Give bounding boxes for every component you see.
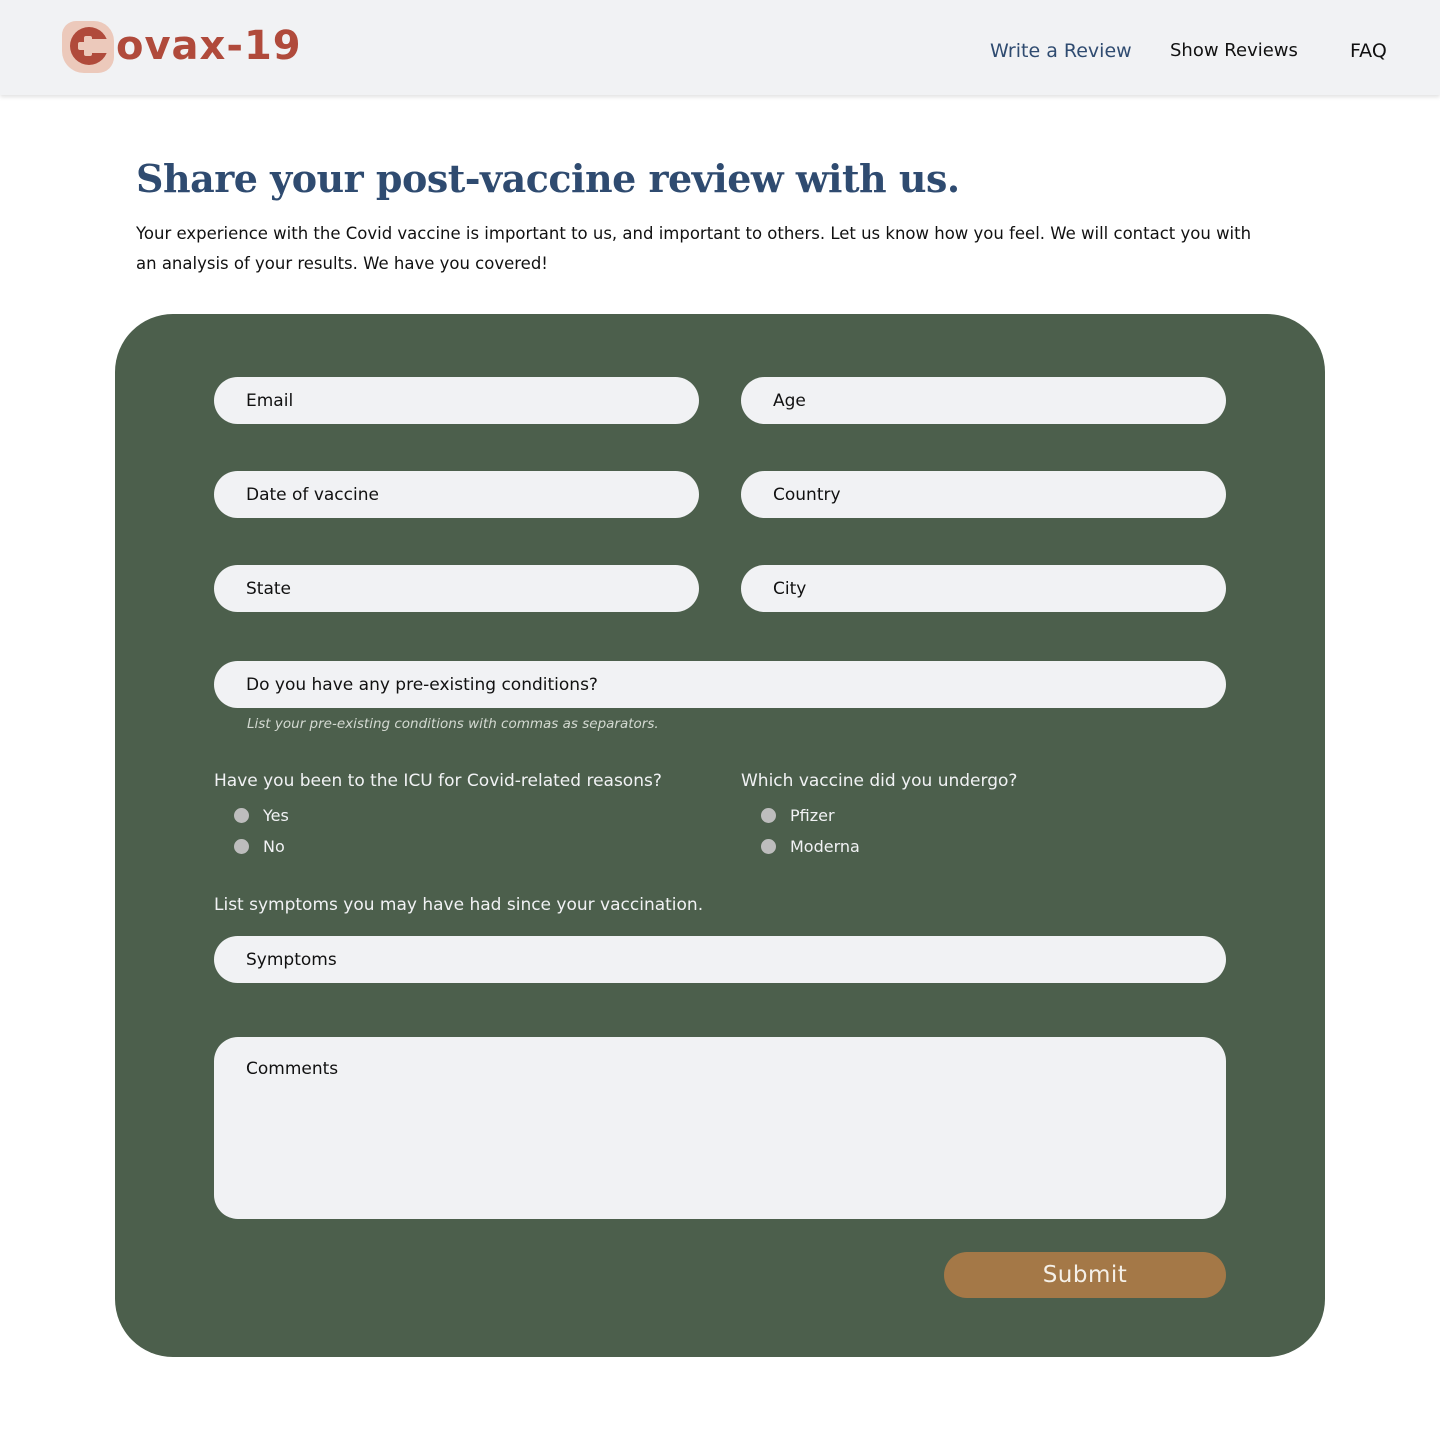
symptoms-field[interactable]: Symptoms xyxy=(214,936,1226,983)
nav-faq[interactable]: FAQ xyxy=(1350,40,1387,62)
vaccine-question: Which vaccine did you undergo? xyxy=(741,771,1018,791)
radio-button[interactable] xyxy=(234,808,249,823)
state-field[interactable]: State xyxy=(214,565,699,612)
page-title: Share your post-vaccine review with us. xyxy=(136,156,960,201)
conditions-hint: List your pre-existing conditions with c… xyxy=(247,716,659,732)
icu-option-yes[interactable]: Yes xyxy=(234,806,289,825)
logo[interactable]: ovax-19 xyxy=(62,18,302,74)
icu-question: Have you been to the ICU for Covid-relat… xyxy=(214,771,662,791)
submit-button[interactable]: Submit xyxy=(944,1252,1226,1298)
comments-textarea[interactable]: Comments xyxy=(214,1037,1226,1219)
radio-label: Yes xyxy=(263,806,289,825)
radio-button[interactable] xyxy=(761,808,776,823)
vaccine-option-pfizer[interactable]: Pfizer xyxy=(761,806,835,825)
country-field[interactable]: Country xyxy=(741,471,1226,518)
radio-label: Pfizer xyxy=(790,806,835,825)
nav-write-review[interactable]: Write a Review xyxy=(990,40,1132,62)
site-header: ovax-19 Write a Review Show Reviews FAQ xyxy=(0,0,1440,95)
intro-text: Your experience with the Covid vaccine i… xyxy=(136,224,1252,273)
logo-text: ovax-19 xyxy=(116,23,302,69)
vaccine-option-moderna[interactable]: Moderna xyxy=(761,837,860,856)
vaccine-date-field[interactable]: Date of vaccine xyxy=(214,471,699,518)
radio-label: No xyxy=(263,837,285,856)
radio-button[interactable] xyxy=(761,839,776,854)
conditions-field[interactable]: Do you have any pre-existing conditions? xyxy=(214,661,1226,708)
symptoms-label: List symptoms you may have had since you… xyxy=(214,895,704,915)
city-field[interactable]: City xyxy=(741,565,1226,612)
age-field[interactable]: Age xyxy=(741,377,1226,424)
radio-label: Moderna xyxy=(790,837,860,856)
email-field[interactable]: Email xyxy=(214,377,699,424)
radio-button[interactable] xyxy=(234,839,249,854)
nav-show-reviews[interactable]: Show Reviews xyxy=(1170,40,1298,61)
medical-cross-icon xyxy=(62,19,114,73)
icu-option-no[interactable]: No xyxy=(234,837,285,856)
